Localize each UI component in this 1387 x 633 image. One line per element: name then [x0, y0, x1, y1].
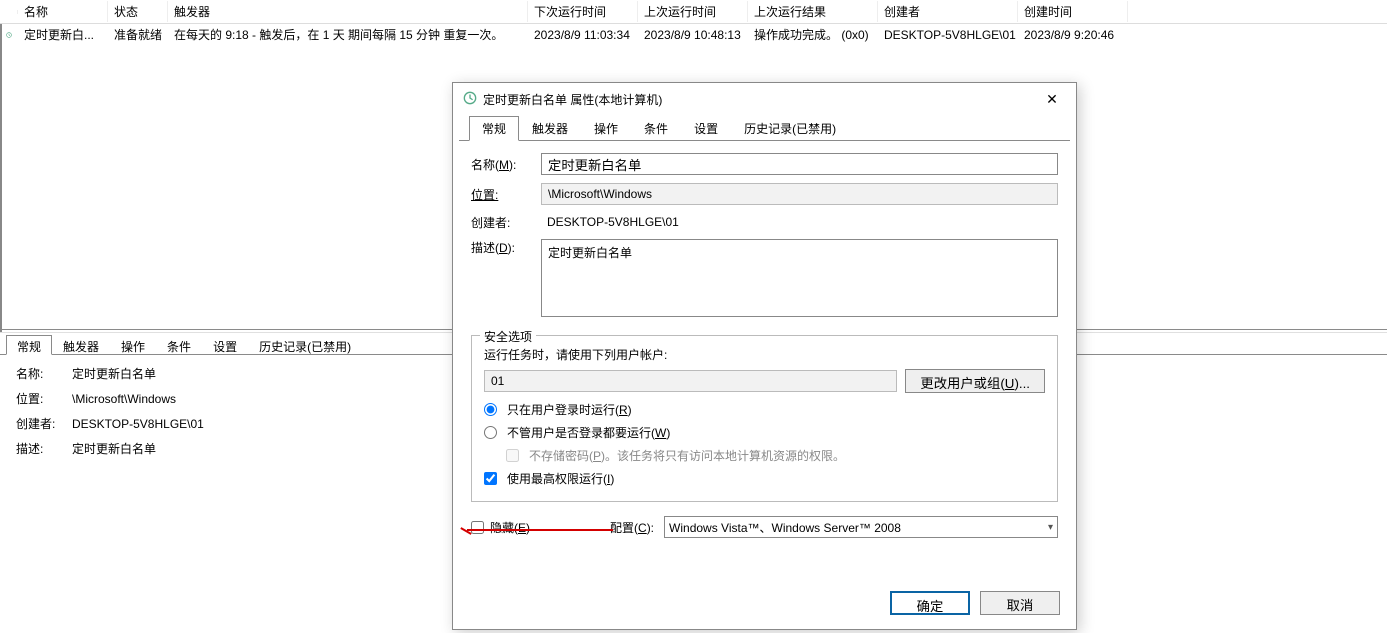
detail-author-label: 创建者: — [16, 415, 66, 432]
dlg-tab-conditions[interactable]: 条件 — [631, 116, 681, 141]
security-options-fieldset: 安全选项 运行任务时，请使用下列用户帐户: 01 更改用户或组(U)... 只在… — [471, 335, 1058, 502]
security-legend: 安全选项 — [480, 328, 536, 345]
detail-name-value: 定时更新白名单 — [66, 365, 156, 382]
account-display: 01 — [484, 370, 897, 392]
task-result: 操作成功完成。 (0x0) — [748, 26, 878, 43]
config-label: 配置(C): — [610, 519, 654, 536]
dialog-tabstrip: 常规 触发器 操作 条件 设置 历史记录(已禁用) — [459, 115, 1070, 141]
dlg-author-value: DESKTOP-5V8HLGE\01 — [541, 213, 685, 231]
radio-run-always-label: 不管用户是否登录都要运行(W) — [507, 424, 670, 441]
change-user-button[interactable]: 更改用户或组(U)... — [905, 369, 1045, 393]
cancel-button[interactable]: 取消 — [980, 591, 1060, 615]
detail-desc-value: 定时更新白名单 — [66, 440, 156, 457]
dlg-author-label: 创建者: — [471, 214, 541, 231]
checkbox-no-password — [506, 449, 519, 462]
tab-general[interactable]: 常规 — [6, 335, 52, 355]
close-button[interactable]: ✕ — [1038, 88, 1066, 110]
detail-author-value: DESKTOP-5V8HLGE\01 — [66, 417, 204, 431]
detail-location-value: \Microsoft\Windows — [66, 392, 176, 406]
grid-header: 名称 状态 触发器 下次运行时间 上次运行时间 上次运行结果 创建者 创建时间 — [0, 0, 1387, 24]
clock-icon — [0, 28, 18, 42]
col-header-author[interactable]: 创建者 — [878, 1, 1018, 22]
col-header-next[interactable]: 下次运行时间 — [528, 1, 638, 22]
dlg-name-input[interactable] — [541, 153, 1058, 175]
task-author: DESKTOP-5V8HLGE\01 — [878, 28, 1018, 42]
dlg-desc-input[interactable]: 定时更新白名单 — [541, 239, 1058, 317]
task-created: 2023/8/9 9:20:46 — [1018, 28, 1128, 42]
config-value: Windows Vista™、Windows Server™ 2008 — [669, 519, 901, 536]
detail-location-label: 位置: — [16, 390, 66, 407]
tab-conditions[interactable]: 条件 — [156, 335, 202, 355]
dlg-tab-triggers[interactable]: 触发器 — [519, 116, 581, 141]
radio-run-logged-on-label: 只在用户登录时运行(R) — [507, 401, 632, 418]
col-header-result[interactable]: 上次运行结果 — [748, 1, 878, 22]
col-header-name[interactable]: 名称 — [18, 1, 108, 22]
task-trigger: 在每天的 9:18 - 触发后，在 1 天 期间每隔 15 分钟 重复一次。 — [168, 26, 528, 43]
dialog-title: 定时更新白名单 属性(本地计算机) — [483, 91, 1038, 108]
col-header-status[interactable]: 状态 — [108, 1, 168, 22]
task-name: 定时更新白... — [18, 26, 108, 43]
col-header-created[interactable]: 创建时间 — [1018, 1, 1128, 22]
task-status: 准备就绪 — [108, 26, 168, 43]
red-underline-annotation — [467, 529, 613, 531]
col-header-trigger[interactable]: 触发器 — [168, 1, 528, 22]
tab-actions[interactable]: 操作 — [110, 335, 156, 355]
dlg-tab-actions[interactable]: 操作 — [581, 116, 631, 141]
task-row[interactable]: 定时更新白... 准备就绪 在每天的 9:18 - 触发后，在 1 天 期间每隔… — [0, 24, 1387, 44]
checkbox-highest-priv-label: 使用最高权限运行(I) — [507, 470, 614, 487]
dlg-tab-history[interactable]: 历史记录(已禁用) — [731, 116, 849, 141]
ok-button[interactable]: 确定 — [890, 591, 970, 615]
dlg-name-label: 名称(M): — [471, 156, 541, 173]
config-select[interactable]: Windows Vista™、Windows Server™ 2008 ▾ — [664, 516, 1058, 538]
checkbox-hidden[interactable] — [471, 521, 484, 534]
col-header-last[interactable]: 上次运行时间 — [638, 1, 748, 22]
radio-run-always[interactable] — [484, 426, 497, 439]
detail-desc-label: 描述: — [16, 440, 66, 457]
dialog-titlebar[interactable]: 定时更新白名单 属性(本地计算机) ✕ — [453, 83, 1076, 115]
checkbox-no-password-label: 不存储密码(P)。该任务将只有访问本地计算机资源的权限。 — [529, 447, 845, 464]
security-prompt: 运行任务时，请使用下列用户帐户: — [484, 346, 1045, 363]
dlg-tab-settings[interactable]: 设置 — [681, 116, 731, 141]
radio-run-logged-on[interactable] — [484, 403, 497, 416]
dlg-tab-general[interactable]: 常规 — [469, 116, 519, 141]
detail-name-label: 名称: — [16, 365, 66, 382]
dlg-location-value: \Microsoft\Windows — [541, 183, 1058, 205]
dlg-desc-label: 描述(D): — [471, 239, 541, 256]
checkbox-highest-priv[interactable] — [484, 472, 497, 485]
chevron-down-icon: ▾ — [1048, 522, 1053, 533]
task-last: 2023/8/9 10:48:13 — [638, 28, 748, 42]
tab-history[interactable]: 历史记录(已禁用) — [248, 335, 362, 355]
checkbox-hidden-label: 隐藏(E) — [490, 519, 530, 536]
task-properties-dialog: 定时更新白名单 属性(本地计算机) ✕ 常规 触发器 操作 条件 设置 历史记录… — [452, 82, 1077, 630]
tab-triggers[interactable]: 触发器 — [52, 335, 110, 355]
task-next: 2023/8/9 11:03:34 — [528, 28, 638, 42]
tab-settings[interactable]: 设置 — [202, 335, 248, 355]
clock-icon — [463, 91, 477, 108]
dlg-location-label: 位置: — [471, 186, 541, 203]
